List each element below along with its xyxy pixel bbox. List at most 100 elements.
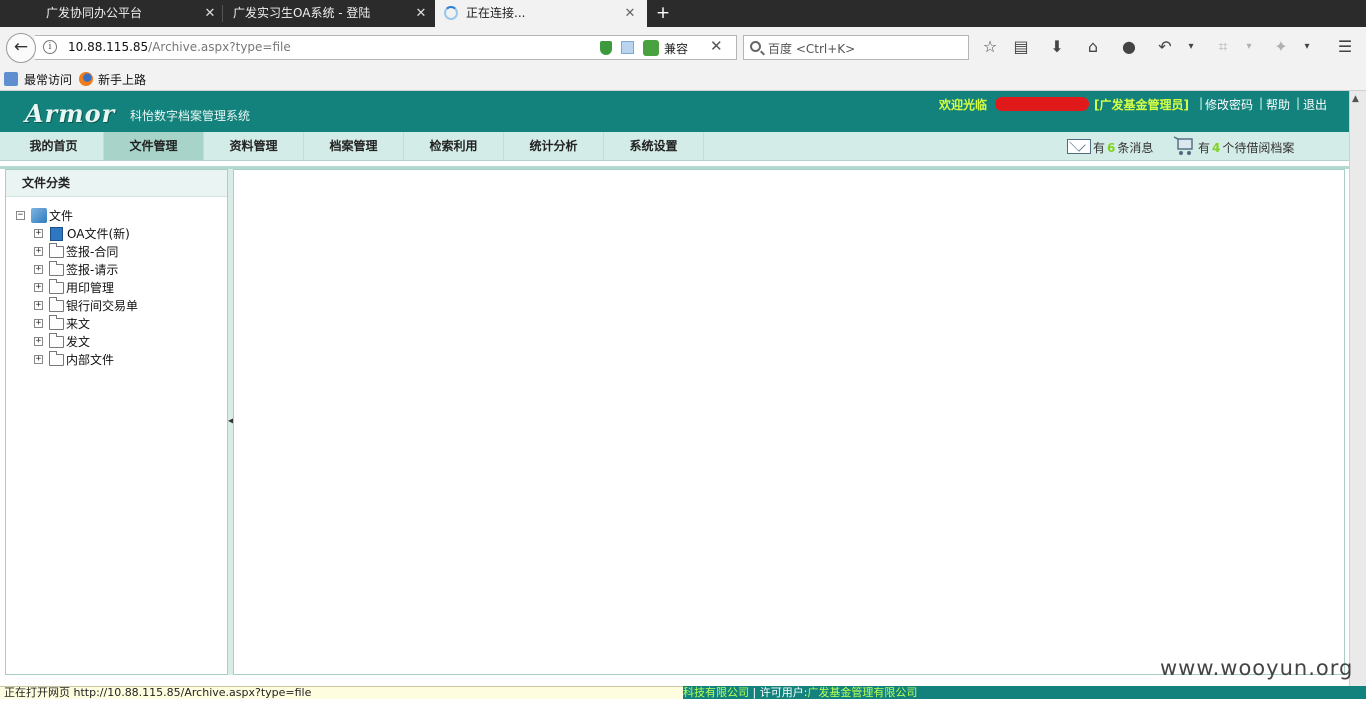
- expand-icon[interactable]: +: [34, 247, 43, 256]
- search-input[interactable]: 百度 <Ctrl+K>: [743, 35, 969, 60]
- tab-title: 广发实习生OA系统 - 登陆: [233, 6, 371, 20]
- logout-link[interactable]: 退出: [1303, 96, 1327, 113]
- close-icon[interactable]: ✕: [413, 0, 429, 27]
- bookmark-star-icon[interactable]: ☆: [979, 36, 1001, 58]
- app-header: Armor 科怡数字档案管理系统 欢迎光临 [广发基金管理员] | 修改密码 |…: [0, 91, 1349, 132]
- menu-search-use[interactable]: 检索利用: [404, 132, 504, 160]
- notice-suffix: 条消息: [1117, 141, 1154, 155]
- footer-license-text: 科技有限公司 | 许可用户:广发基金管理有限公司: [683, 686, 917, 699]
- cube-icon[interactable]: [621, 41, 634, 54]
- firefox-icon: [79, 72, 93, 86]
- change-password-link[interactable]: 修改密码: [1205, 96, 1253, 113]
- mail-icon[interactable]: [1067, 139, 1091, 154]
- bookmark-getting-started[interactable]: 新手上路: [98, 71, 146, 88]
- armor-logo: Armor: [25, 99, 116, 128]
- file-cabinet-icon: [31, 208, 47, 223]
- menu-archive-management[interactable]: 档案管理: [304, 132, 404, 160]
- stop-icon[interactable]: ✕: [710, 37, 723, 55]
- url-bar[interactable]: i 10.88.115.85/Archive.aspx?type=file 兼容…: [35, 35, 737, 60]
- tab-title: 正在连接...: [466, 6, 526, 20]
- reading-list-icon[interactable]: ▤: [1010, 36, 1032, 58]
- borrow-count: 4: [1212, 141, 1221, 155]
- expand-icon[interactable]: +: [34, 265, 43, 274]
- folder-icon: [49, 297, 64, 312]
- folder-icon: [49, 243, 64, 258]
- expand-icon[interactable]: +: [34, 283, 43, 292]
- menu-file-management[interactable]: 文件管理: [104, 132, 204, 160]
- expand-icon[interactable]: +: [34, 319, 43, 328]
- menu-material-management[interactable]: 资料管理: [204, 132, 304, 160]
- dropdown-arrow-icon[interactable]: ▾: [1238, 36, 1260, 58]
- download-icon[interactable]: ⬇: [1046, 36, 1068, 58]
- folder-icon: [49, 351, 64, 366]
- url-host: 10.88.115.85: [68, 40, 149, 54]
- info-icon[interactable]: i: [43, 40, 57, 54]
- collapse-icon[interactable]: −: [16, 211, 25, 220]
- menu-system-settings[interactable]: 系统设置: [604, 132, 704, 160]
- menu-home[interactable]: 我的首页: [4, 132, 104, 160]
- cart-icon[interactable]: [1173, 136, 1195, 156]
- message-count: 6: [1107, 141, 1116, 155]
- dropdown-arrow-icon[interactable]: ▾: [1180, 36, 1202, 58]
- compat-mode-button[interactable]: 兼容: [664, 40, 688, 57]
- status-bar: 正在打开网页 http://10.88.115.85/Archive.aspx?…: [0, 686, 683, 699]
- bookmark-folder-icon: [4, 72, 18, 86]
- close-icon[interactable]: ✕: [202, 0, 218, 27]
- user-role: [广发基金管理员]: [1094, 98, 1189, 112]
- tree-label[interactable]: 内部文件: [66, 351, 114, 369]
- tree-label[interactable]: 文件: [49, 207, 73, 225]
- extension-icon[interactable]: ✦: [1270, 36, 1292, 58]
- tree-label[interactable]: 签报-请示: [66, 261, 118, 279]
- tab-title: 广发协同办公平台: [46, 6, 143, 20]
- expand-icon[interactable]: +: [34, 355, 43, 364]
- tree-label[interactable]: 用印管理: [66, 279, 114, 297]
- redacted-username: [995, 97, 1089, 111]
- watermark: www.wooyun.org: [1160, 656, 1354, 680]
- chat-icon[interactable]: ●: [1118, 36, 1140, 58]
- tree-label[interactable]: 签报-合同: [66, 243, 118, 261]
- separator: |: [1259, 96, 1264, 110]
- url-path: /Archive.aspx?type=file: [148, 40, 291, 54]
- search-icon: [750, 41, 761, 52]
- tab-connecting[interactable]: 正在连接... ✕: [435, 0, 647, 27]
- tab-collab-office[interactable]: 广发协同办公平台 ✕: [0, 0, 222, 27]
- home-icon[interactable]: ⌂: [1082, 36, 1104, 58]
- dropdown-arrow-icon[interactable]: ▾: [1296, 36, 1318, 58]
- expand-icon[interactable]: +: [34, 229, 43, 238]
- notice-prefix: 有: [1198, 141, 1211, 155]
- scroll-up-arrow-icon[interactable]: ▲: [1352, 94, 1359, 104]
- crop-icon[interactable]: ⌗: [1212, 36, 1234, 58]
- new-tab-button[interactable]: +: [652, 0, 674, 27]
- footer-license-label: | 许可用户:: [749, 686, 808, 699]
- browser-tab-strip: 广发协同办公平台 ✕ 广发实习生OA系统 - 登陆 ✕ 正在连接... ✕ +: [0, 0, 1366, 27]
- undo-icon[interactable]: ↶: [1154, 36, 1176, 58]
- footer-vendor: 科技有限公司: [683, 686, 749, 699]
- panel-title: 文件分类: [6, 170, 227, 197]
- tab-intern-oa[interactable]: 广发实习生OA系统 - 登陆 ✕: [223, 0, 435, 27]
- system-title: 科怡数字档案管理系统: [130, 109, 251, 123]
- expand-icon[interactable]: +: [34, 337, 43, 346]
- puzzle-icon[interactable]: [643, 40, 659, 56]
- tree-label[interactable]: OA文件(新): [67, 225, 130, 243]
- help-link[interactable]: 帮助: [1266, 96, 1290, 113]
- tree-label[interactable]: 来文: [66, 315, 90, 333]
- close-icon[interactable]: ✕: [622, 0, 638, 27]
- folder-icon: [49, 279, 64, 294]
- tree-label[interactable]: 银行间交易单: [66, 297, 138, 315]
- bookmark-most-visited[interactable]: 最常访问: [24, 71, 72, 88]
- back-button[interactable]: ←: [6, 33, 36, 63]
- borrow-notice[interactable]: 有 4 个待借阅档案: [1198, 139, 1294, 156]
- tree-label[interactable]: 发文: [66, 333, 90, 351]
- folder-icon: [49, 261, 64, 276]
- menu-hamburger-icon[interactable]: ☰: [1334, 36, 1356, 58]
- shield-icon[interactable]: [600, 41, 612, 55]
- main-content-pane: [233, 169, 1345, 675]
- expand-icon[interactable]: +: [34, 301, 43, 310]
- url-text[interactable]: 10.88.115.85/Archive.aspx?type=file: [68, 40, 291, 54]
- bookmarks-bar: 最常访问 新手上路: [0, 67, 1366, 91]
- folder-icon: [49, 333, 64, 348]
- folder-icon: [49, 315, 64, 330]
- menu-statistics[interactable]: 统计分析: [504, 132, 604, 160]
- messages-notice[interactable]: 有 6 条消息: [1093, 139, 1153, 156]
- vertical-scrollbar[interactable]: [1349, 91, 1366, 686]
